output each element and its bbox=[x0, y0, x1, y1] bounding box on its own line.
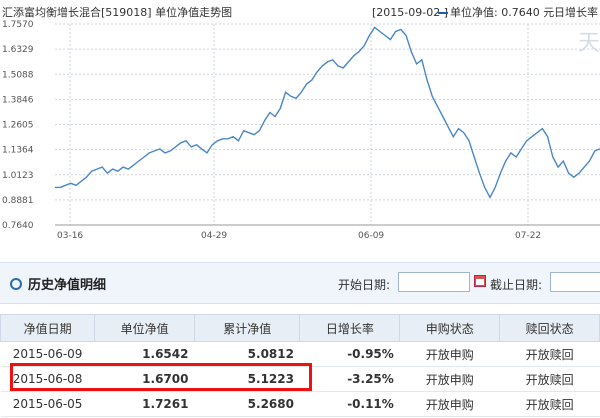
header-sell: 赎回状态 bbox=[499, 314, 600, 342]
header-cum: 累计净值 bbox=[193, 314, 301, 342]
circle-bullet-icon bbox=[10, 278, 22, 290]
chart-svg: 汇添富均衡增长混合[519018] 单位净值走势图 [2015-09-02 ] … bbox=[0, 0, 600, 250]
legend-extra-label: 日增长率 bbox=[554, 5, 598, 19]
cell-sell: 开放赎回 bbox=[499, 366, 600, 392]
start-date-label: 开始日期: bbox=[338, 278, 391, 292]
nav-trend-chart: 汇添富均衡增长混合[519018] 单位净值走势图 [2015-09-02 ] … bbox=[0, 0, 600, 250]
cell-cum: 5.0812 bbox=[194, 341, 300, 367]
cell-buy: 开放申购 bbox=[399, 366, 500, 392]
x-tick-label: 04-29 bbox=[201, 231, 227, 241]
legend-label: 单位净值: 0.7640 元 bbox=[450, 5, 554, 19]
header-pct: 日增长率 bbox=[299, 314, 401, 342]
start-date-input[interactable] bbox=[398, 272, 470, 292]
y-tick-label: 0.7640 bbox=[2, 221, 34, 231]
cell-pct: -0.95% bbox=[299, 341, 400, 367]
cell-sell: 开放赎回 bbox=[499, 391, 600, 417]
cell-date: 2015-06-09 bbox=[0, 341, 95, 367]
chart-date: [2015-09-02 ] bbox=[372, 6, 448, 19]
cell-buy: 开放申购 bbox=[399, 341, 500, 367]
y-tick-label: 1.0123 bbox=[2, 171, 34, 181]
x-tick-label: 03-16 bbox=[57, 231, 83, 241]
y-tick-label: 1.6329 bbox=[2, 45, 34, 55]
history-title-text: 历史净值明细 bbox=[28, 278, 107, 293]
y-axis-ticks: 1.7570 1.6329 1.5088 1.3846 1.2605 1.1364 1.01… bbox=[2, 20, 34, 231]
watermark-text: 天 bbox=[578, 31, 600, 56]
chart-title: 汇添富均衡增长混合[519018] 单位净值走势图 bbox=[2, 5, 232, 19]
y-tick-label: 1.5088 bbox=[2, 70, 34, 80]
table-row: 2015-06-08 1.6700 5.1223 -3.25% 开放申购 开放赎… bbox=[0, 366, 600, 392]
y-tick-label: 1.1364 bbox=[2, 146, 34, 156]
nav-history-table: 净值日期 单位净值 累计净值 日增长率 申购状态 赎回状态 2015-06-09… bbox=[0, 314, 600, 417]
cell-cum: 5.1223 bbox=[194, 366, 300, 392]
cell-buy: 开放申购 bbox=[399, 391, 500, 417]
history-panel: 历史净值明细 开始日期: 截止日期: bbox=[0, 262, 600, 304]
cell-date: 2015-06-08 bbox=[0, 366, 95, 392]
header-nav: 单位净值 bbox=[94, 314, 195, 342]
end-date-label: 截止日期: bbox=[490, 278, 543, 292]
header-buy: 申购状态 bbox=[399, 314, 501, 342]
y-tick-label: 1.2605 bbox=[2, 121, 34, 131]
y-tick-label: 0.8881 bbox=[2, 196, 34, 206]
cell-nav: 1.7261 bbox=[94, 391, 195, 417]
calendar-icon[interactable] bbox=[474, 275, 486, 287]
cell-sell: 开放赎回 bbox=[499, 341, 600, 367]
cell-pct: -3.25% bbox=[299, 366, 400, 392]
history-title: 历史净值明细 bbox=[10, 274, 106, 293]
header-date: 净值日期 bbox=[0, 314, 96, 342]
y-tick-label: 1.3846 bbox=[2, 95, 34, 105]
end-date-input[interactable] bbox=[550, 272, 600, 292]
cell-pct: -0.11% bbox=[299, 391, 400, 417]
x-tick-label: 06-09 bbox=[358, 231, 384, 241]
table-row: 2015-06-05 1.7261 5.2680 -0.11% 开放申购 开放赎… bbox=[0, 391, 600, 417]
table-row: 2015-06-09 1.6542 5.0812 -0.95% 开放申购 开放赎… bbox=[0, 341, 600, 367]
y-tick-label: 1.7570 bbox=[2, 20, 34, 30]
cell-cum: 5.2680 bbox=[194, 391, 300, 417]
cell-date: 2015-06-05 bbox=[0, 391, 95, 417]
cell-nav: 1.6542 bbox=[94, 341, 195, 367]
cell-nav: 1.6700 bbox=[94, 366, 195, 392]
table-header-row: 净值日期 单位净值 累计净值 日增长率 申购状态 赎回状态 bbox=[0, 314, 600, 342]
x-tick-label: 07-22 bbox=[515, 231, 541, 241]
